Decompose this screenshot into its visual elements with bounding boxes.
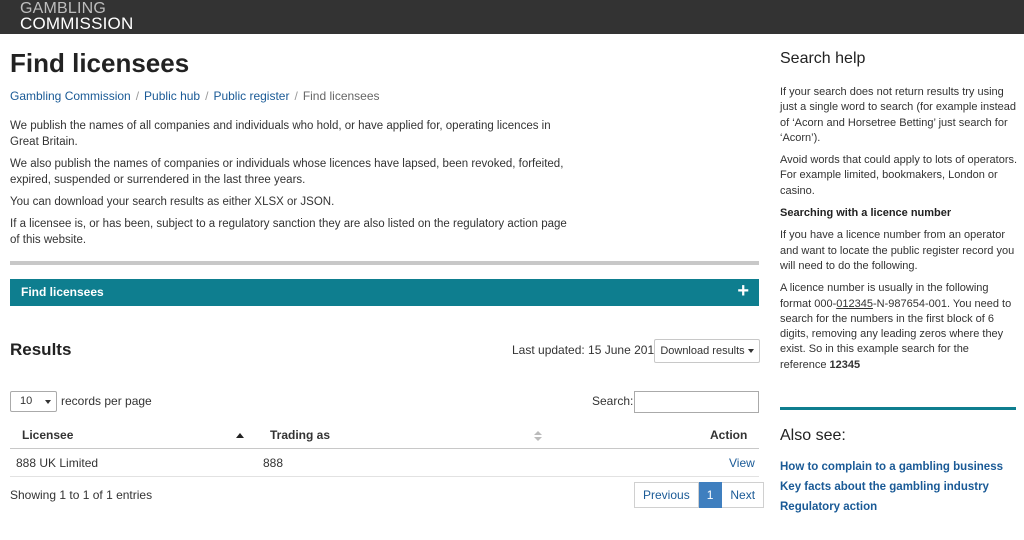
section-divider [10,261,759,265]
previous-page-button[interactable]: Previous [634,482,699,508]
breadcrumb-public-register[interactable]: Public register [213,89,289,103]
records-per-page-value: 10 [20,395,33,407]
column-header-trading-as[interactable]: Trading as [270,428,330,442]
download-results-button[interactable]: Download results [654,339,760,363]
intro-paragraph-4: If a licensee is, or has been, subject t… [10,218,567,246]
search-help-text: If your search does not return results t… [780,85,1018,380]
licence-reference: 12345 [829,358,861,371]
intro-paragraph-1: We publish the names of all companies an… [10,120,551,148]
results-table: Licensee Trading as Action 888 UK Limite… [10,423,759,477]
licence-number-block: 012345 [836,297,873,310]
search-label: Search: [592,394,634,408]
sort-ascending-icon[interactable] [236,433,244,438]
trading-as-cell: 888 [263,456,284,470]
breadcrumb-current: Find licensees [302,89,380,103]
table-info: Showing 1 to 1 of 1 entries [10,488,153,502]
table-header-row: Licensee Trading as Action [10,423,759,449]
page-title: Find licensees [10,48,190,78]
link-regulatory-action[interactable]: Regulatory action [780,501,1003,513]
breadcrumb-public-hub[interactable]: Public hub [144,89,200,103]
find-licensees-accordion[interactable]: Find licensees + [10,279,759,306]
page-1-button[interactable]: 1 [698,482,723,508]
column-header-licensee[interactable]: Licensee [22,428,73,442]
results-heading: Results [10,340,72,359]
help-paragraph-1: If your search does not return results t… [780,86,1017,144]
logo-line-2: COMMISSION [20,14,134,33]
site-header: GAMBLING COMMISSION [0,0,1024,34]
licence-paragraph-1: If you have a licence number from an ope… [780,229,1015,272]
records-per-page-select[interactable]: 10 [10,391,57,412]
breadcrumb-separator: / [294,89,298,103]
sort-icon[interactable] [534,431,542,442]
licensee-cell: 888 UK Limited [16,456,99,470]
last-updated-text: Last updated: 15 June 2018 [512,343,661,357]
link-key-facts[interactable]: Key facts about the gambling industry [780,481,1003,493]
licence-paragraph-2: A licence number is usually in the follo… [780,281,1018,373]
column-header-action: Action [710,428,748,442]
download-results-label: Download results [660,345,745,357]
also-see-heading: Also see: [780,427,846,444]
search-help-heading: Search help [780,50,866,67]
breadcrumb-separator: / [205,89,209,103]
view-link[interactable]: View [729,456,755,470]
records-per-page-label: records per page [61,394,152,408]
breadcrumb: Gambling Commission / Public hub / Public re… [10,89,380,103]
caret-down-icon [747,349,754,354]
accordion-label: Find licensees [21,285,104,299]
table-row: 888 UK Limited 888 View [10,449,759,477]
gambling-commission-logo[interactable]: GAMBLING COMMISSION [20,1,134,33]
breadcrumb-gambling-commission[interactable]: Gambling Commission [10,89,131,103]
pagination: Previous 1 Next [634,482,765,508]
breadcrumb-separator: / [135,89,140,103]
sidebar-divider [780,407,1016,410]
intro-paragraph-2: We also publish the names of companies o… [10,158,564,186]
intro-text: We publish the names of all companies an… [10,118,570,254]
plus-icon[interactable]: + [737,280,749,303]
intro-paragraph-3: You can download your search results as … [10,196,335,208]
link-how-to-complain[interactable]: How to complain to a gambling business [780,461,1003,473]
also-see-links: How to complain to a gambling business K… [780,461,1003,521]
licence-number-heading: Searching with a licence number [780,207,952,220]
search-input[interactable] [634,391,759,413]
dropdown-arrow-icon [45,400,51,404]
next-page-button[interactable]: Next [722,482,765,508]
help-paragraph-2: Avoid words that could apply to lots of … [780,154,1018,197]
